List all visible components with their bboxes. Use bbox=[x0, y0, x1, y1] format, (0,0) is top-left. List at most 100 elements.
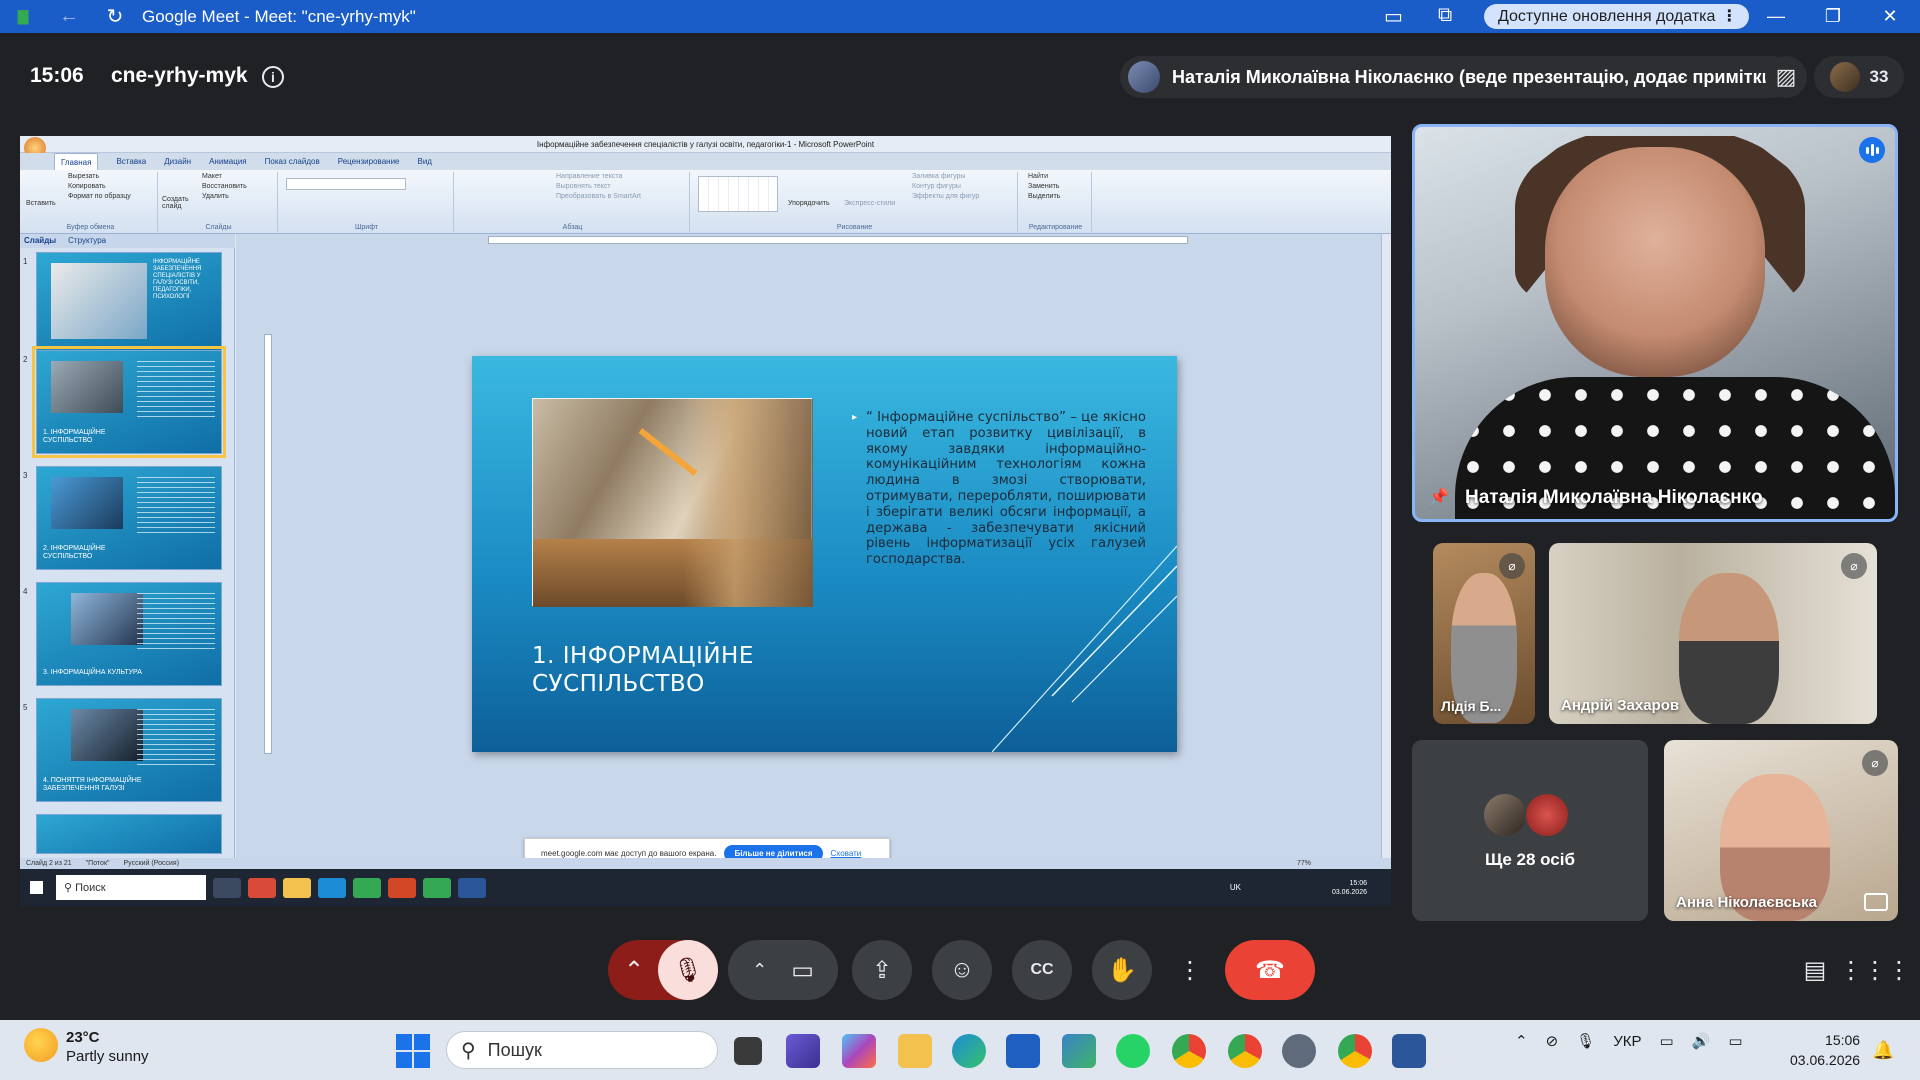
chrome-profile-icon[interactable] bbox=[1338, 1034, 1372, 1068]
vertical-scrollbar[interactable] bbox=[1381, 234, 1391, 858]
leave-call-button[interactable]: ☎ bbox=[1225, 940, 1315, 1000]
smartart-button[interactable]: Преобразовать в SmartArt bbox=[552, 192, 689, 202]
back-icon[interactable]: ← bbox=[46, 0, 92, 33]
settings-icon[interactable] bbox=[1282, 1034, 1316, 1068]
current-slide[interactable]: “ Інформаційне суспільство” – це якісно … bbox=[472, 356, 1177, 752]
thumbnail-image bbox=[71, 593, 143, 645]
more-options-button[interactable]: ⋮ bbox=[1165, 940, 1215, 1000]
tab-slideshow[interactable]: Показ слайдов bbox=[265, 153, 320, 170]
update-available-button[interactable]: Доступне оновлення додатка ⋮ bbox=[1484, 4, 1750, 29]
copilot-icon[interactable] bbox=[842, 1034, 876, 1068]
minimize-button[interactable]: — bbox=[1748, 0, 1804, 33]
system-clock[interactable]: 15:06 03.06.2026 bbox=[1790, 1030, 1860, 1070]
slide-thumbnail[interactable]: 1 ІНФОРМАЦІЙНЕ ЗАБЕЗПЕЧЕННЯ СПЕЦІАЛІСТІВ… bbox=[23, 252, 222, 356]
text-direction-button[interactable]: Направление текста bbox=[552, 172, 689, 182]
whatsapp-icon[interactable] bbox=[1116, 1034, 1150, 1068]
close-button[interactable]: ✕ bbox=[1862, 0, 1918, 33]
shape-outline-button[interactable]: Контур фигуры bbox=[908, 182, 1017, 192]
shape-effects-button[interactable]: Эффекты для фигур bbox=[908, 192, 1017, 202]
participants-button[interactable]: 33 bbox=[1814, 56, 1904, 98]
extension-icon[interactable]: ⧉ bbox=[1438, 4, 1452, 27]
slide-thumbnail[interactable] bbox=[36, 814, 222, 854]
zoom-level[interactable]: 77% bbox=[1297, 858, 1311, 869]
chevron-up-icon[interactable]: ⌃ bbox=[1515, 1032, 1528, 1050]
tab-review[interactable]: Рецензирование bbox=[338, 153, 400, 170]
volume-icon[interactable]: 🔊 bbox=[1692, 1032, 1711, 1050]
reset-button[interactable]: Восстановить bbox=[198, 182, 277, 192]
tab-home[interactable]: Главная bbox=[54, 153, 99, 170]
tab-outline[interactable]: Структура bbox=[68, 234, 106, 248]
cut-button[interactable]: Вырезать bbox=[64, 172, 157, 182]
participant-tile[interactable]: ⌀ Анна Ніколаєвська bbox=[1664, 740, 1898, 921]
presenter-indicator[interactable]: Наталія Миколаївна Ніколаєнко (веде през… bbox=[1120, 56, 1793, 98]
slide-thumbnail[interactable]: 3 2. ІНФОРМАЦІЙНЕ СУСПІЛЬСТВО bbox=[23, 466, 222, 570]
paste-button[interactable]: Вставить bbox=[26, 200, 56, 207]
edge-icon[interactable] bbox=[952, 1034, 986, 1068]
microphone-off-button[interactable]: 🎙 bbox=[658, 940, 718, 1000]
more-participants-tile[interactable]: Ще 28 осіб bbox=[1412, 740, 1648, 921]
participant-tile[interactable]: ⌀ Андрій Захаров bbox=[1549, 543, 1877, 724]
slide-thumbnail[interactable]: 4 3. ІНФОРМАЦІЙНА КУЛЬТУРА bbox=[23, 582, 222, 686]
battery-icon[interactable]: ▭ bbox=[1728, 1032, 1742, 1050]
info-icon[interactable]: i bbox=[262, 66, 284, 88]
shapes-gallery[interactable] bbox=[698, 176, 778, 212]
shape-fill-button[interactable]: Заливка фигуры bbox=[908, 172, 1017, 182]
chrome-profile-icon[interactable] bbox=[1228, 1034, 1262, 1068]
tab-design[interactable]: Дизайн bbox=[164, 153, 191, 170]
pin-icon[interactable]: 📌 bbox=[1429, 487, 1449, 507]
network-off-icon[interactable]: ⊘ bbox=[1546, 1032, 1559, 1050]
windows-start-button[interactable] bbox=[396, 1034, 430, 1068]
chevron-up-icon[interactable]: ⌃ bbox=[752, 960, 767, 981]
copy-button[interactable]: Копировать bbox=[64, 182, 157, 192]
tab-animation[interactable]: Анимация bbox=[209, 153, 247, 170]
replace-button[interactable]: Заменить bbox=[1024, 182, 1091, 192]
tab-insert[interactable]: Вставка bbox=[116, 153, 146, 170]
emoji-reaction-button[interactable]: ☺ bbox=[932, 940, 992, 1000]
camera-off-icon[interactable]: ▨ bbox=[1765, 56, 1807, 98]
pinned-participant-tile[interactable]: 📌 Наталія Миколаївна Ніколаєнко bbox=[1412, 124, 1898, 522]
file-explorer-icon[interactable] bbox=[898, 1034, 932, 1068]
tab-view[interactable]: Вид bbox=[418, 153, 432, 170]
align-text-button[interactable]: Выровнять текст bbox=[552, 182, 689, 192]
tab-slides[interactable]: Слайды bbox=[24, 234, 56, 248]
new-slide-button[interactable]: Создать слайд bbox=[162, 196, 196, 210]
microphone-icon[interactable]: 🎙 bbox=[1576, 1032, 1595, 1050]
camera-icon[interactable]: ▭ bbox=[1384, 4, 1403, 29]
taskview-icon[interactable] bbox=[734, 1037, 762, 1065]
hide-notice-link[interactable]: Сховати bbox=[831, 849, 862, 858]
participant-tile[interactable]: ⌀ Лідія Б... bbox=[1433, 543, 1535, 724]
chat-icon[interactable]: ▤ bbox=[1790, 940, 1840, 1000]
word-icon[interactable] bbox=[1392, 1034, 1426, 1068]
taskbar-search[interactable]: ⚲ Пошук bbox=[446, 1031, 718, 1069]
participant-name: Наталія Миколаївна Ніколаєнко bbox=[1465, 487, 1763, 508]
chrome-icon[interactable] bbox=[1172, 1034, 1206, 1068]
apps-grid-icon[interactable]: ⋮⋮⋮ bbox=[1839, 940, 1911, 1000]
delete-button[interactable]: Удалить bbox=[198, 192, 277, 202]
display-icon[interactable]: ▭ bbox=[1659, 1032, 1673, 1050]
restore-button[interactable]: ❐ bbox=[1805, 0, 1861, 33]
font-selector[interactable] bbox=[286, 178, 406, 190]
reload-icon[interactable]: ↻ bbox=[92, 0, 138, 33]
camera-icon: ▭ bbox=[791, 956, 814, 984]
more-options-icon[interactable]: ⋮ bbox=[1721, 4, 1737, 29]
slide-thumbnail-selected[interactable]: 2 1. ІНФОРМАЦІЙНЕ СУСПІЛЬСТВО bbox=[23, 346, 226, 458]
arrange-button[interactable]: Упорядочить bbox=[788, 200, 830, 207]
captions-button[interactable]: CC bbox=[1012, 940, 1072, 1000]
quick-styles-button[interactable]: Экспресс-стили bbox=[844, 200, 895, 207]
raise-hand-button[interactable]: ✋ bbox=[1092, 940, 1152, 1000]
weather-widget[interactable]: 23°C Partly sunny bbox=[24, 1028, 149, 1066]
store-icon[interactable] bbox=[1006, 1034, 1040, 1068]
notifications-icon[interactable]: 🔔 bbox=[1872, 1040, 1894, 1060]
find-button[interactable]: Найти bbox=[1024, 172, 1091, 182]
camera-button[interactable]: ⌃ ▭ bbox=[728, 940, 838, 1000]
layout-button[interactable]: Макет bbox=[198, 172, 277, 182]
active-app-icon[interactable] bbox=[1062, 1034, 1096, 1068]
expand-icon[interactable] bbox=[1864, 893, 1888, 911]
meet-icon[interactable] bbox=[786, 1034, 820, 1068]
language-indicator[interactable]: УКР bbox=[1613, 1033, 1641, 1050]
present-screen-button[interactable]: ⇪ bbox=[852, 940, 912, 1000]
format-painter-button[interactable]: Формат по образцу bbox=[64, 192, 157, 202]
select-button[interactable]: Выделить bbox=[1024, 192, 1091, 202]
slide-thumbnail[interactable]: 5 4. ПОНЯТТЯ ІНФОРМАЦІЙНЕ ЗАБЕЗПЕЧЕННЯ Г… bbox=[23, 698, 222, 802]
slides-panel: Слайды Структура 1 ІНФОРМАЦІЙНЕ ЗАБЕЗПЕЧ… bbox=[20, 234, 235, 858]
